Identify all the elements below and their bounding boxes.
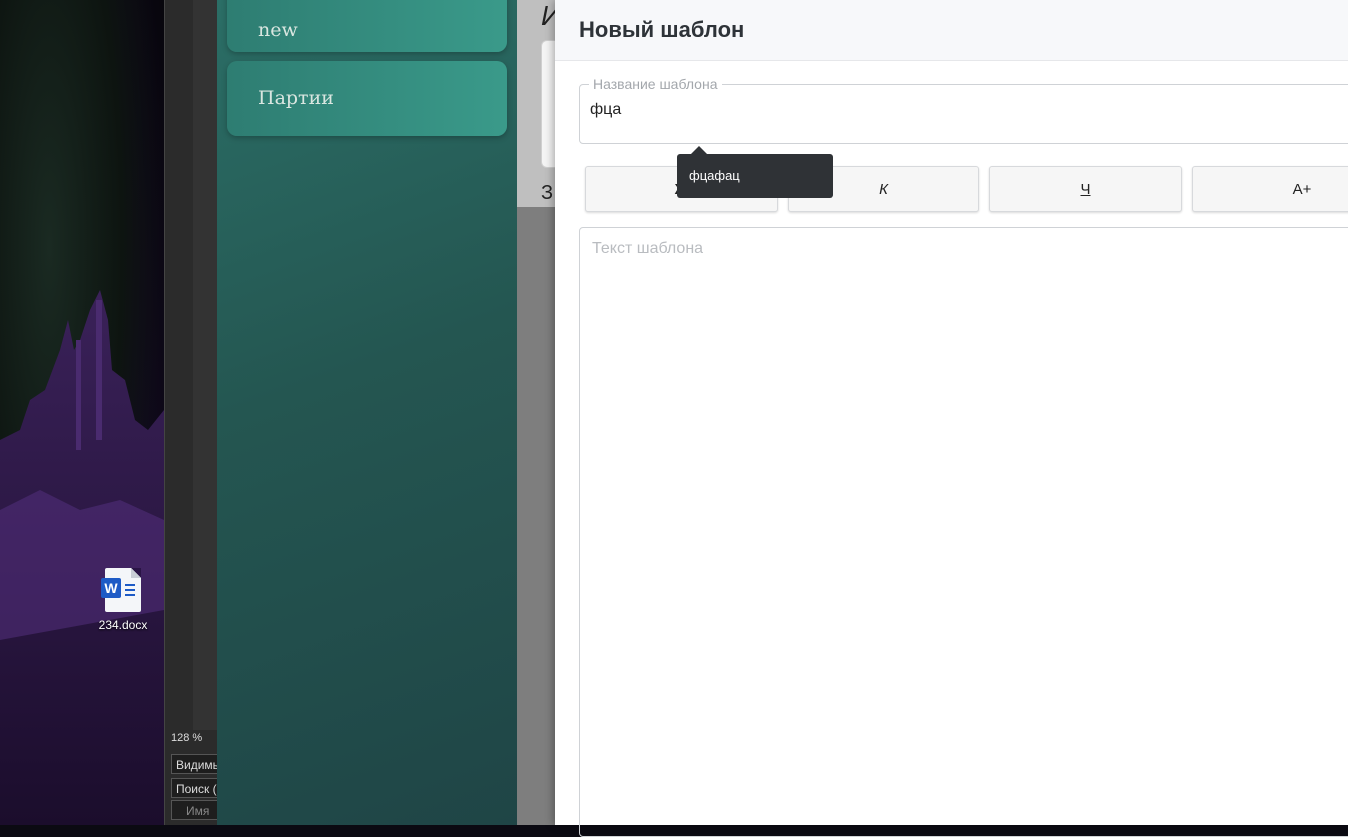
word-doc-icon: W — [101, 568, 141, 612]
template-text-placeholder: Текст шаблона — [592, 240, 704, 257]
italic-button-label: К — [879, 180, 888, 198]
sidebar: new Партии — [217, 0, 517, 825]
sidebar-item-parties[interactable]: Партии — [227, 61, 507, 136]
desktop-file-234-docx[interactable]: W 234.docx — [94, 568, 152, 638]
desktop-file-name: 234.docx — [98, 618, 148, 632]
word-badge: W — [101, 578, 121, 598]
desktop-wallpaper: W 234.docx — [0, 0, 164, 825]
increase-font-button-label: A+ — [1292, 180, 1312, 198]
tooltip-text: фцафац — [689, 168, 740, 183]
increase-font-button[interactable]: A+ — [1192, 166, 1348, 212]
background-app-strip: 128 % Видимы Поиск ( Имя — [164, 0, 218, 825]
dialog-title: Новый шаблон — [579, 17, 745, 42]
underline-button-label: Ч — [1080, 180, 1091, 198]
search-field[interactable]: Поиск ( — [171, 778, 218, 798]
template-name-label: Название шаблона — [589, 76, 722, 92]
new-template-dialog: Новый шаблон Название шаблона Ж К Ч A+ Т… — [555, 0, 1348, 837]
template-name-input[interactable] — [590, 101, 1340, 119]
template-text-field[interactable]: Текст шаблона — [579, 227, 1348, 837]
zoom-level: 128 % — [171, 732, 203, 744]
name-column-header[interactable]: Имя — [171, 800, 218, 820]
castle-silhouette — [0, 290, 164, 825]
sidebar-item-new[interactable]: new — [227, 0, 507, 52]
background-page-text: З — [541, 182, 554, 204]
visibility-dropdown[interactable]: Видимы — [171, 754, 218, 774]
underline-button[interactable]: Ч — [989, 166, 1182, 212]
doc-lines — [125, 584, 135, 599]
sidebar-item-label: new — [258, 19, 298, 41]
autocomplete-tooltip[interactable]: фцафац — [677, 146, 833, 198]
scroll-track[interactable] — [193, 0, 218, 730]
sidebar-item-label: Партии — [258, 87, 334, 109]
dialog-header: Новый шаблон — [555, 0, 1348, 61]
template-name-field[interactable]: Название шаблона — [579, 76, 1348, 144]
